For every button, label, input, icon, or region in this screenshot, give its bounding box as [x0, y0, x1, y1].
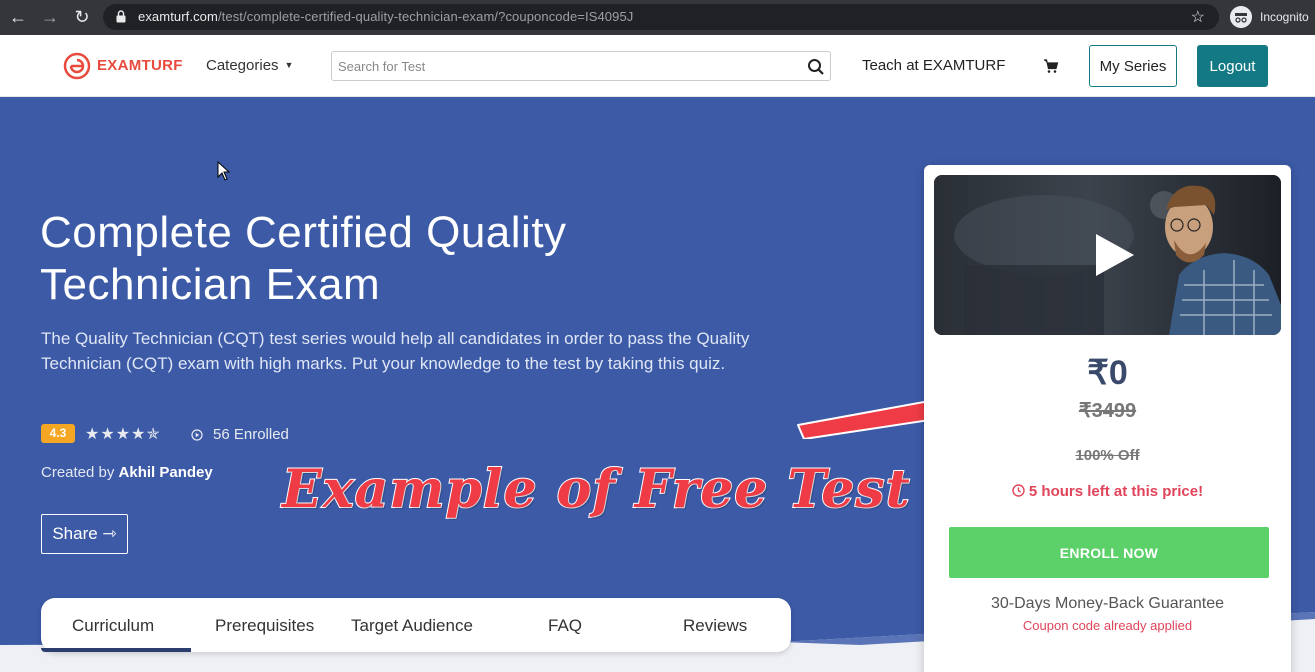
- clock-icon: [1012, 484, 1025, 497]
- created-by-label: Created by: [41, 464, 115, 481]
- search-input[interactable]: [332, 52, 792, 80]
- examturf-logo-icon[interactable]: [63, 52, 91, 80]
- logo-text[interactable]: EXAMTURF: [97, 57, 183, 74]
- categories-dropdown[interactable]: Categories ▼: [206, 57, 293, 74]
- enrolled-count: 56 Enrolled: [213, 426, 289, 443]
- tab-reviews[interactable]: Reviews: [683, 616, 747, 636]
- mouse-cursor-icon: [217, 161, 231, 181]
- price-timer: 5 hours left at this price!: [924, 483, 1291, 500]
- tab-target-audience[interactable]: Target Audience: [351, 616, 473, 636]
- cart-icon[interactable]: [1043, 58, 1059, 74]
- tab-prerequisites[interactable]: Prerequisites: [215, 616, 314, 636]
- url-text: examturf.com/test/complete-certified-qua…: [138, 9, 634, 24]
- incognito-icon[interactable]: [1230, 6, 1252, 28]
- course-hero: Complete Certified Quality Technician Ex…: [0, 97, 1315, 672]
- incognito-label: Incognito: [1260, 10, 1309, 24]
- enroll-now-button[interactable]: ENROLL NOW: [949, 527, 1269, 578]
- rating-stars: ★★★★✯: [85, 426, 161, 443]
- price-timer-text: 5 hours left at this price!: [1028, 483, 1204, 500]
- caret-down-icon: ▼: [284, 60, 294, 70]
- example-free-test-annotation: Example of Free Test: [281, 458, 911, 521]
- course-description: The Quality Technician (CQT) test series…: [41, 329, 750, 373]
- bookmark-star-icon[interactable]: ☆: [1191, 7, 1205, 27]
- original-price: ₹3499: [1078, 400, 1137, 422]
- search-box: [331, 51, 831, 81]
- share-button[interactable]: Share ⇾: [41, 514, 128, 554]
- discount-label: 100% Off: [1075, 447, 1140, 464]
- tab-faq[interactable]: FAQ: [548, 616, 582, 636]
- preview-video[interactable]: [934, 175, 1281, 335]
- tab-curriculum[interactable]: Curriculum: [72, 616, 154, 636]
- money-back-guarantee: 30-Days Money-Back Guarantee: [991, 595, 1224, 612]
- rating-badge: 4.3: [41, 424, 75, 443]
- search-icon[interactable]: [807, 58, 825, 76]
- browser-toolbar: ← → ↻ examturf.com/test/complete-certifi…: [0, 0, 1315, 35]
- back-icon[interactable]: ←: [6, 6, 30, 28]
- logout-button[interactable]: Logout: [1197, 45, 1268, 87]
- site-header: EXAMTURF Categories ▼ Teach at EXAMTURF M…: [0, 35, 1315, 97]
- lock-icon: [116, 10, 126, 23]
- purchase-card: ₹0 ₹3499 100% Off 5 hours left at this p…: [924, 165, 1291, 672]
- current-price: ₹0: [1087, 354, 1128, 392]
- forward-icon[interactable]: →: [38, 6, 62, 28]
- categories-label: Categories: [206, 57, 279, 74]
- author-name[interactable]: Akhil Pandey: [119, 464, 213, 481]
- active-tab-indicator: [41, 648, 191, 652]
- coupon-status: Coupon code already applied: [1022, 618, 1193, 633]
- address-bar[interactable]: examturf.com/test/complete-certified-qua…: [103, 4, 1219, 30]
- play-circle-icon: [191, 429, 203, 441]
- teach-link[interactable]: Teach at EXAMTURF: [862, 57, 1005, 74]
- created-by: Created by Akhil Pandey: [41, 464, 213, 481]
- reload-icon[interactable]: ↻: [70, 6, 94, 28]
- play-icon[interactable]: [1094, 232, 1136, 278]
- course-tabs: Curriculum Prerequisites Target Audience…: [41, 598, 791, 652]
- course-title: Complete Certified Quality Technician Ex…: [40, 208, 567, 309]
- my-series-button[interactable]: My Series: [1089, 45, 1177, 87]
